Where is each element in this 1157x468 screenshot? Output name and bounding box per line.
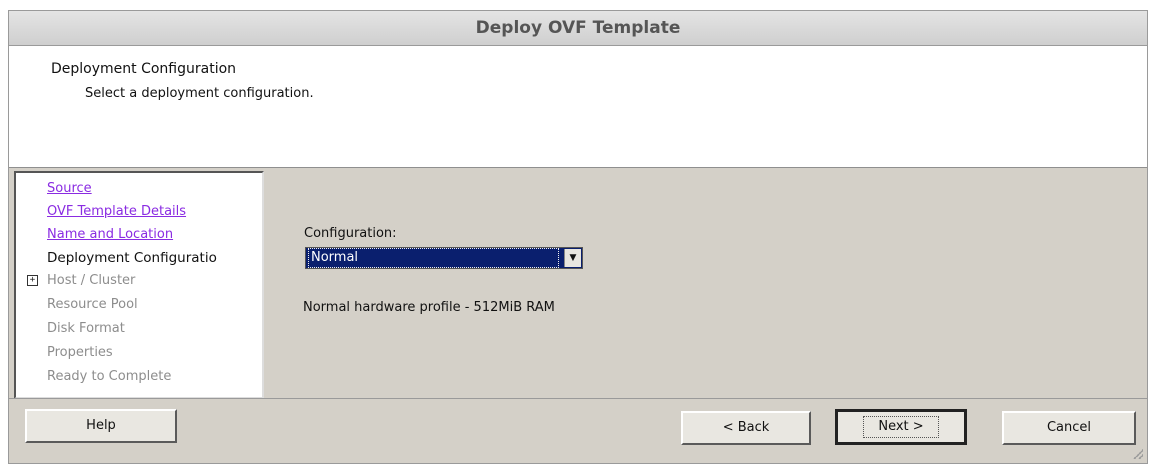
- configuration-description: Normal hardware profile - 512MiB RAM: [303, 300, 555, 315]
- configuration-label: Configuration:: [304, 226, 397, 241]
- next-button[interactable]: Next >: [835, 409, 967, 445]
- nav-item-source[interactable]: Source: [47, 181, 92, 196]
- nav-item-resource-pool: Resource Pool: [47, 297, 138, 312]
- nav-item-disk-format: Disk Format: [47, 321, 125, 336]
- expand-plus-icon[interactable]: +: [27, 275, 38, 286]
- page-title: Deployment Configuration: [51, 61, 237, 77]
- wizard-steps-nav: Source OVF Template Details Name and Loc…: [14, 171, 264, 399]
- configuration-select[interactable]: Normal ▼: [305, 247, 583, 269]
- deploy-ovf-dialog: Deploy OVF Template Deployment Configura…: [8, 10, 1148, 464]
- help-button-label: Help: [86, 418, 116, 433]
- resize-grip-icon[interactable]: [1133, 449, 1143, 459]
- page-subtitle: Select a deployment configuration.: [85, 86, 314, 101]
- nav-item-deployment-configuration: Deployment Configuratio: [47, 250, 217, 266]
- cancel-button-label: Cancel: [1046, 420, 1092, 435]
- nav-item-ready-to-complete: Ready to Complete: [47, 369, 172, 384]
- nav-item-name-and-location[interactable]: Name and Location: [47, 227, 173, 242]
- nav-item-host-cluster: Host / Cluster: [47, 273, 136, 288]
- page-header: Deployment Configuration Select a deploy…: [9, 46, 1147, 168]
- help-button[interactable]: Help: [25, 409, 177, 443]
- dropdown-arrow-icon[interactable]: ▼: [564, 249, 581, 267]
- back-button[interactable]: < Back: [681, 411, 811, 445]
- nav-item-ovf-template-details[interactable]: OVF Template Details: [47, 204, 186, 219]
- dialog-title: Deploy OVF Template: [9, 11, 1147, 46]
- back-button-label: < Back: [722, 420, 770, 435]
- next-button-label: Next >: [863, 416, 939, 438]
- configuration-selected-value[interactable]: Normal: [308, 248, 559, 268]
- footer-divider: [9, 398, 1147, 399]
- nav-item-properties: Properties: [47, 345, 113, 360]
- cancel-button[interactable]: Cancel: [1002, 411, 1136, 445]
